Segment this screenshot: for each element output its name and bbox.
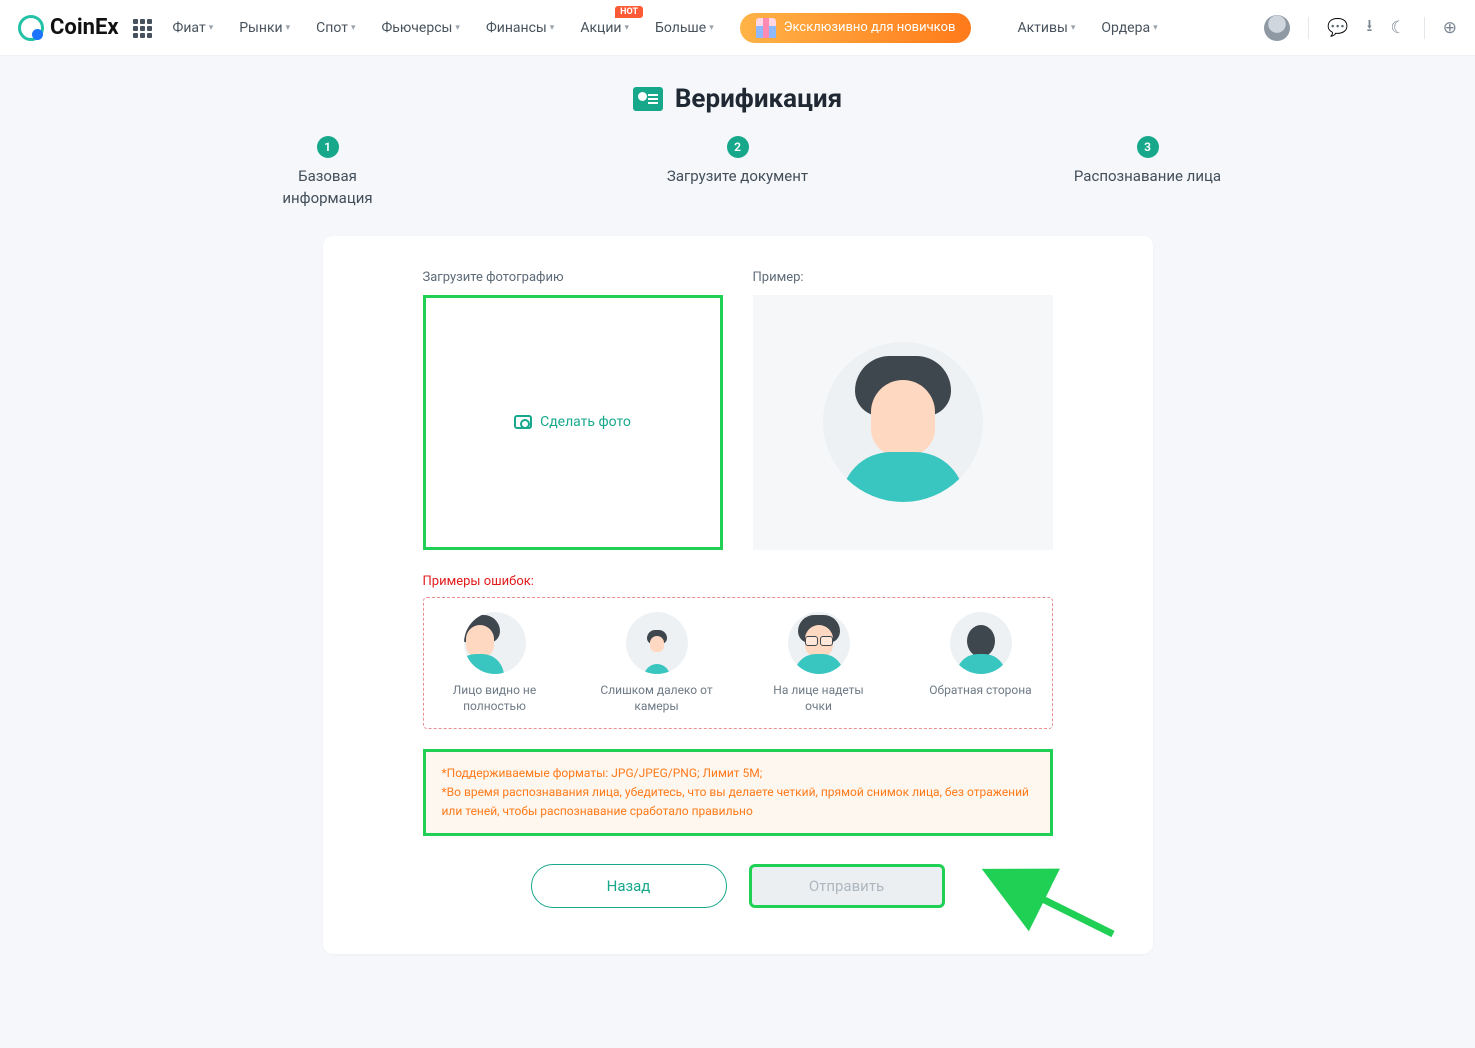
nav-spot[interactable]: Спот▾: [316, 20, 355, 36]
format-notice: *Поддерживаемые форматы: JPG/JPEG/PNG; Л…: [423, 749, 1053, 837]
page-title: Верификация: [0, 84, 1475, 114]
header-tools: 💬 ⭳ ☾ ⊕: [1264, 13, 1457, 42]
nav-more[interactable]: Больше▾: [655, 20, 714, 36]
page-title-text: Верификация: [675, 84, 842, 114]
chevron-down-icon: ▾: [709, 23, 714, 33]
newbie-promo-banner[interactable]: Эксклюзивно для новичков: [740, 13, 972, 43]
step-label: Базовая информация: [253, 166, 403, 210]
main-nav: Фиат▾ Рынки▾ Спот▾ Фьючерсы▾ Финансы▾ Ак…: [173, 13, 1265, 43]
language-icon[interactable]: ⊕: [1443, 18, 1457, 38]
face-example-icon: [823, 342, 983, 502]
theme-toggle-icon[interactable]: ☾: [1391, 18, 1406, 38]
chevron-down-icon: ▾: [351, 23, 356, 33]
nav-markets[interactable]: Рынки▾: [239, 20, 290, 36]
button-row: Назад Отправить: [423, 864, 1053, 908]
verification-card: Загрузите фотографию Сделать фото Пример…: [323, 236, 1153, 955]
error-examples-box: Лицо видно не полностью Слишком далеко о…: [423, 597, 1053, 729]
error-caption: Лицо видно не полностью: [436, 682, 554, 714]
divider: [1308, 17, 1309, 39]
submit-button[interactable]: Отправить: [749, 864, 945, 908]
nav-finance[interactable]: Финансы▾: [486, 20, 554, 36]
chevron-down-icon: ▾: [455, 23, 460, 33]
example-photo: [753, 295, 1053, 550]
error-example-far: Слишком далеко от камеры: [598, 612, 716, 714]
face-partial-icon: [464, 612, 526, 674]
logo-text: CoinEx: [50, 15, 119, 40]
nav-orders[interactable]: Ордера▾: [1101, 20, 1157, 36]
logo[interactable]: CoinEx: [18, 15, 119, 41]
face-back-icon: [950, 612, 1012, 674]
download-icon[interactable]: ⭳: [1367, 13, 1373, 42]
step-face-recognition: 3 Распознавание лица: [1073, 136, 1223, 210]
chevron-down-icon: ▾: [1071, 23, 1076, 33]
error-caption: Слишком далеко от камеры: [598, 682, 716, 714]
take-photo-box[interactable]: Сделать фото: [423, 295, 723, 550]
take-photo-text: Сделать фото: [540, 414, 631, 430]
error-example-glasses: На лице надеты очки: [760, 612, 878, 714]
verification-stepper: 1 Базовая информация 2 Загрузите докумен…: [0, 136, 1475, 210]
gift-icon: [756, 18, 776, 38]
nav-assets[interactable]: Активы▾: [1017, 20, 1075, 36]
upload-photo-label: Загрузите фотографию: [423, 270, 723, 285]
step-number: 3: [1137, 136, 1159, 158]
chevron-down-icon: ▾: [550, 23, 555, 33]
notice-line-1: *Поддерживаемые форматы: JPG/JPEG/PNG; Л…: [442, 764, 1034, 783]
back-button[interactable]: Назад: [531, 864, 727, 908]
nav-fiat[interactable]: Фиат▾: [173, 20, 214, 36]
chat-icon[interactable]: 💬: [1327, 18, 1348, 38]
hot-badge: HOT: [615, 6, 643, 18]
step-label: Загрузите документ: [667, 166, 808, 188]
promo-text: Эксклюзивно для новичков: [784, 20, 956, 35]
camera-icon: [514, 415, 532, 429]
logo-mark-icon: [18, 15, 44, 41]
face-glasses-icon: [788, 612, 850, 674]
step-upload-doc: 2 Загрузите документ: [663, 136, 813, 210]
chevron-down-icon: ▾: [1153, 23, 1158, 33]
chevron-down-icon: ▾: [209, 23, 214, 33]
example-label: Пример:: [753, 270, 1053, 285]
error-caption: Обратная сторона: [922, 682, 1040, 698]
user-avatar[interactable]: [1264, 15, 1290, 41]
error-example-partial: Лицо видно не полностью: [436, 612, 554, 714]
step-number: 2: [727, 136, 749, 158]
error-examples-title: Примеры ошибок:: [423, 574, 1053, 589]
error-caption: На лице надеты очки: [760, 682, 878, 714]
step-number: 1: [317, 136, 339, 158]
divider: [1424, 17, 1425, 39]
apps-grid-icon[interactable]: [133, 19, 151, 37]
step-label: Распознавание лица: [1074, 166, 1221, 188]
notice-line-2: *Во время распознавания лица, убедитесь,…: [442, 783, 1034, 821]
step-basic-info: 1 Базовая информация: [253, 136, 403, 210]
chevron-down-icon: ▾: [286, 23, 291, 33]
top-header: CoinEx Фиат▾ Рынки▾ Спот▾ Фьючерсы▾ Фина…: [0, 0, 1475, 56]
nav-futures[interactable]: Фьючерсы▾: [381, 20, 459, 36]
chevron-down-icon: ▾: [625, 23, 630, 33]
face-far-icon: [626, 612, 688, 674]
error-example-back: Обратная сторона: [922, 612, 1040, 714]
nav-promo[interactable]: Акции▾ HOT: [580, 20, 629, 36]
id-card-icon: [633, 87, 663, 111]
